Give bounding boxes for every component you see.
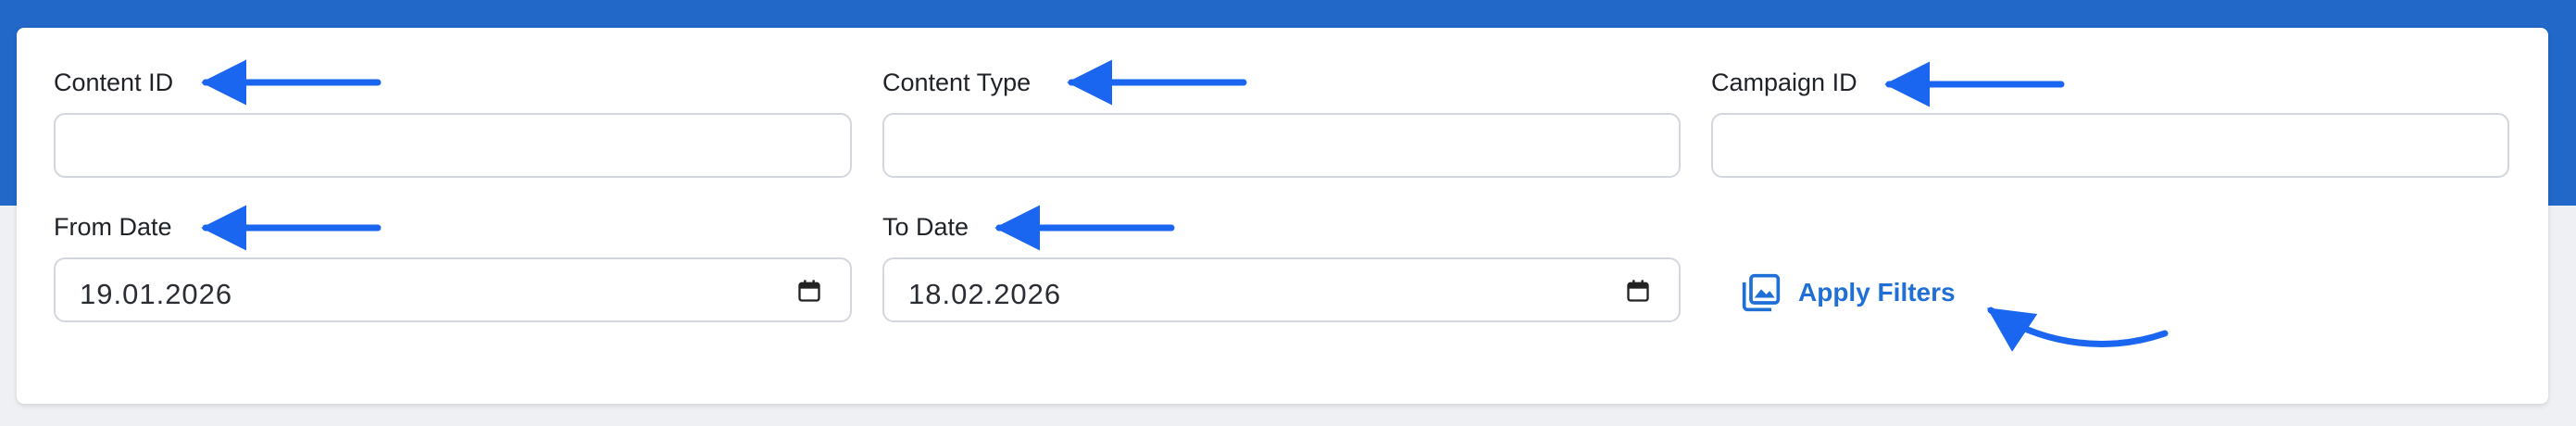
arrow-icon [1986, 307, 2169, 352]
annotation-layer [201, 59, 2169, 352]
